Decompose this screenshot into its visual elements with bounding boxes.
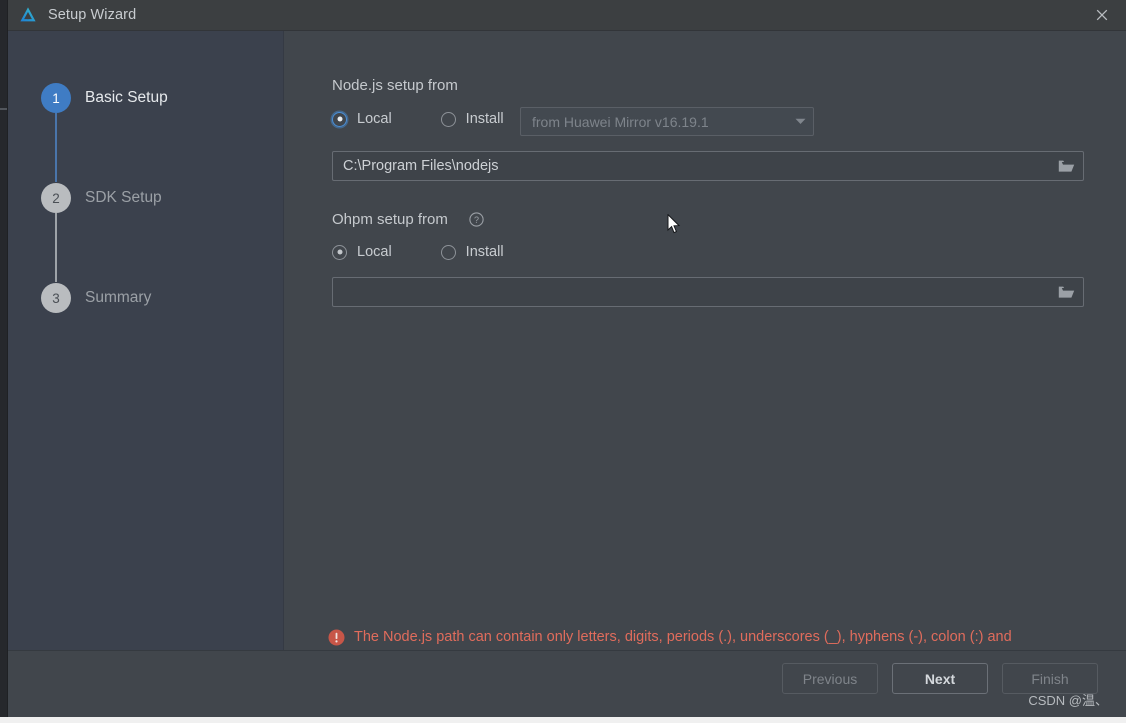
stepper-item-basic-setup[interactable]: 1 Basic Setup: [41, 82, 168, 114]
radio-mark-unselected-icon: [440, 111, 456, 127]
titlebar: Setup Wizard: [8, 0, 1126, 31]
dialog-footer: Previous Next Finish CSDN @温、: [8, 650, 1126, 717]
chevron-down-icon: [787, 118, 813, 125]
ohpm-section-title: Ohpm setup from: [332, 211, 448, 228]
nodejs-path-input[interactable]: C:\Program Files\nodejs: [332, 151, 1084, 181]
nodejs-source-radio-group: Local Install: [332, 111, 504, 127]
step-badge-3: 3: [41, 283, 71, 313]
nodejs-radio-install-label: Install: [465, 111, 504, 127]
setup-wizard-window: Setup Wizard 1 Basic Setup 2 SDK Setup 3…: [8, 0, 1126, 717]
close-icon[interactable]: [1078, 0, 1126, 30]
step-connector-2-3: [55, 213, 57, 282]
nodejs-mirror-select-value: from Huawei Mirror v16.19.1: [532, 113, 709, 130]
csdn-watermark: CSDN @温、: [1028, 693, 1108, 708]
help-circle-icon[interactable]: ?: [469, 212, 484, 227]
step-label-3: Summary: [85, 289, 152, 306]
ohpm-source-radio-group: Local Install: [332, 244, 504, 260]
ohpm-radio-local[interactable]: Local: [332, 244, 392, 260]
stepper-item-sdk-setup[interactable]: 2 SDK Setup: [41, 182, 162, 214]
window-title: Setup Wizard: [48, 7, 137, 23]
folder-open-icon[interactable]: [1049, 278, 1083, 306]
nodejs-section-title: Node.js setup from: [332, 77, 458, 94]
desktop-backdrop: Setup Wizard 1 Basic Setup 2 SDK Setup 3…: [0, 0, 1126, 723]
desktop-bottom-strip: [0, 717, 1126, 723]
error-circle-icon: [328, 629, 345, 646]
nodejs-mirror-select[interactable]: from Huawei Mirror v16.19.1: [520, 107, 814, 136]
radio-mark-unselected-icon: [440, 244, 456, 260]
dialog-body: 1 Basic Setup 2 SDK Setup 3 Summary Node…: [8, 31, 1126, 682]
nodejs-radio-local[interactable]: Local: [332, 111, 392, 127]
content-pane: Node.js setup from Local Install from Hu…: [284, 31, 1126, 666]
step-label-1: Basic Setup: [85, 89, 168, 106]
ohpm-radio-install[interactable]: Install: [440, 244, 504, 260]
ohpm-path-input[interactable]: [332, 277, 1084, 307]
step-connector-1-2: [55, 113, 57, 182]
svg-text:?: ?: [474, 215, 479, 225]
desktop-left-tick: [0, 108, 8, 110]
nodejs-path-input-value: C:\Program Files\nodejs: [343, 158, 499, 174]
nodejs-radio-local-label: Local: [357, 111, 392, 127]
previous-button[interactable]: Previous: [782, 663, 878, 694]
desktop-left-strip: [0, 0, 8, 723]
radio-mark-selected-icon: [332, 244, 347, 260]
ohpm-radio-install-label: Install: [465, 244, 504, 260]
stepper-item-summary[interactable]: 3 Summary: [41, 282, 151, 314]
radio-mark-selected-icon: [332, 111, 347, 127]
step-badge-1: 1: [41, 83, 71, 113]
wizard-stepper: 1 Basic Setup 2 SDK Setup 3 Summary: [8, 31, 284, 682]
next-button[interactable]: Next: [892, 663, 988, 694]
step-label-2: SDK Setup: [85, 189, 162, 206]
nodejs-radio-install[interactable]: Install: [440, 111, 504, 127]
step-badge-2: 2: [41, 183, 71, 213]
ohpm-radio-local-label: Local: [357, 244, 392, 260]
deveco-logo-icon: [18, 5, 38, 25]
folder-open-icon[interactable]: [1049, 152, 1083, 180]
